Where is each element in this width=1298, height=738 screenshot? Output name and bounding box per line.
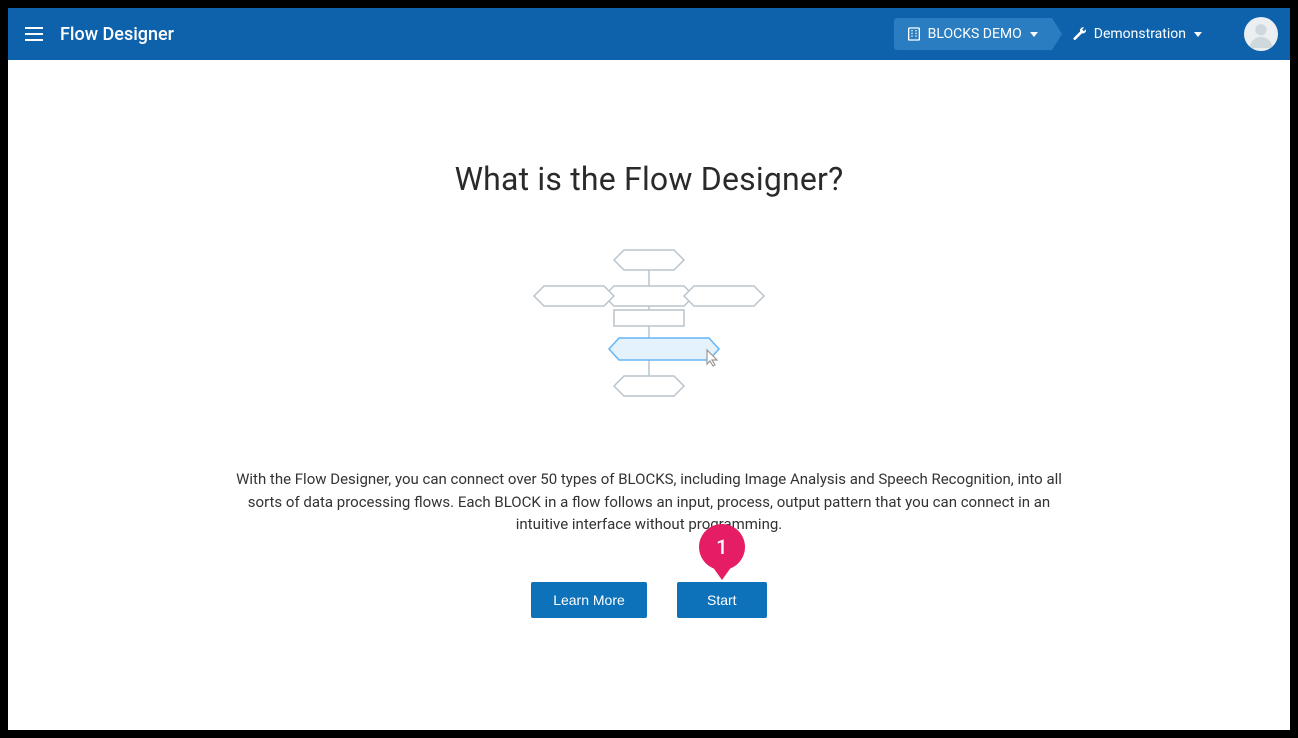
action-buttons: Learn More 1 Start	[531, 582, 767, 618]
flow-diagram-illustration	[519, 248, 779, 418]
chevron-down-icon	[1194, 32, 1202, 37]
chevron-down-icon	[1030, 32, 1038, 37]
menu-icon[interactable]	[22, 22, 46, 46]
breadcrumb-org-label: BLOCKS DEMO	[928, 26, 1022, 42]
main-content: What is the Flow Designer?	[8, 60, 1290, 730]
organization-icon	[906, 26, 922, 42]
breadcrumb-project[interactable]: Demonstration	[1052, 18, 1216, 50]
user-icon	[1244, 17, 1278, 51]
app-title: Flow Designer	[60, 24, 174, 45]
breadcrumb-org[interactable]: BLOCKS DEMO	[894, 18, 1052, 50]
app-window: Flow Designer BLOCKS DEMO	[8, 8, 1290, 730]
app-header: Flow Designer BLOCKS DEMO	[8, 8, 1290, 60]
wrench-icon	[1072, 26, 1088, 42]
breadcrumb-project-label: Demonstration	[1094, 26, 1186, 42]
start-button[interactable]: Start	[677, 582, 767, 618]
page-description: With the Flow Designer, you can connect …	[209, 468, 1089, 536]
breadcrumb: BLOCKS DEMO Demonstration	[894, 18, 1216, 50]
page-heading: What is the Flow Designer?	[455, 160, 844, 198]
avatar[interactable]	[1244, 17, 1278, 51]
learn-more-button[interactable]: Learn More	[531, 582, 647, 618]
